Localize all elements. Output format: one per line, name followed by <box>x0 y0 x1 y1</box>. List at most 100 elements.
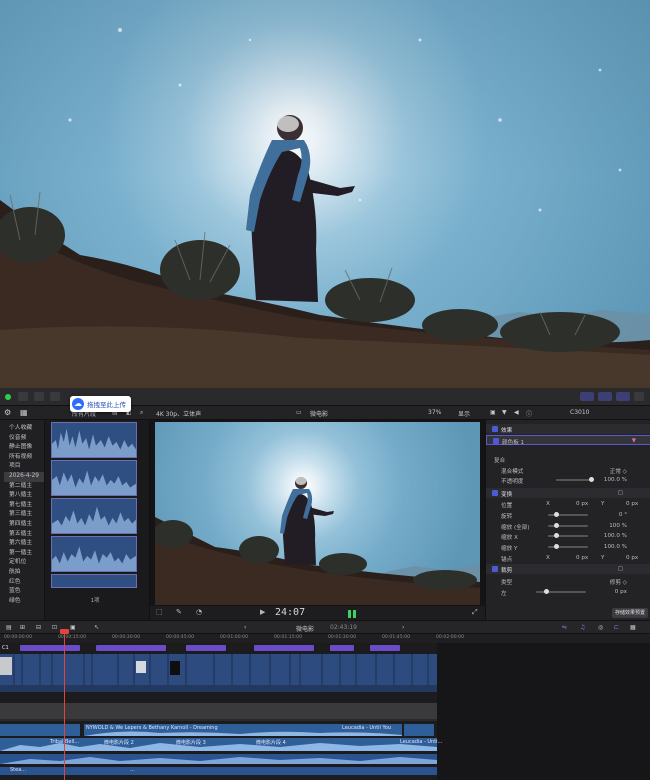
sidebar-item[interactable]: 2026-4-29 <box>4 471 44 482</box>
crop-left-value[interactable]: 0 px <box>615 589 627 595</box>
checkbox-icon[interactable] <box>492 490 498 496</box>
enhance-icon[interactable]: ✎ <box>176 608 182 616</box>
play-icon[interactable]: ▶ <box>260 608 265 616</box>
opacity-value[interactable]: 100.0 % <box>604 477 627 483</box>
sidebar-item[interactable]: 第一循主 <box>4 549 44 559</box>
transform-x-value[interactable]: 0 px <box>576 501 588 507</box>
crop-onscreen-icon[interactable]: ▢ <box>618 566 623 572</box>
fullscreen-icon[interactable]: ⤢ <box>472 608 478 617</box>
sidebar-item[interactable]: 第七循主 <box>4 501 44 511</box>
transform-tool-icon[interactable]: ⬚ <box>156 608 163 616</box>
transform-slider[interactable] <box>548 544 588 550</box>
audio-clip-6[interactable]: ... <box>130 767 135 773</box>
sidebar-item[interactable]: 项目 <box>4 462 44 472</box>
inspector-video-tab-icon[interactable]: ▣ <box>490 409 496 416</box>
sidebar-item[interactable]: 第四循主 <box>4 520 44 530</box>
browser-clip[interactable] <box>51 422 137 458</box>
sidebar-item[interactable]: 第二循主 <box>4 482 44 492</box>
layout-browser-button[interactable] <box>580 392 594 401</box>
opacity-knob[interactable] <box>589 477 594 482</box>
append-clip-icon[interactable]: ⊡ <box>52 624 57 631</box>
crop-section[interactable]: 裁剪 ▢ <box>486 564 650 574</box>
playhead[interactable] <box>64 630 65 780</box>
inspector-filter-tab-icon[interactable]: ▼ <box>502 409 507 416</box>
crop-type-row[interactable]: 类型 修剪 ◇ <box>486 576 650 586</box>
sidebar-item[interactable]: 红色 <box>4 578 44 588</box>
background-tasks-icon[interactable] <box>50 392 60 401</box>
checkbox-icon[interactable] <box>493 438 499 444</box>
music-clip-b[interactable]: Leucadia - Until You <box>342 725 391 731</box>
layout-timeline-button[interactable] <box>598 392 612 401</box>
transform-row[interactable]: 位置 X 0 px Y 0 px <box>486 499 650 509</box>
transform-row[interactable]: 旋转 0 ° <box>486 510 650 520</box>
opacity-row[interactable]: 不透明度 100.0 % <box>486 475 650 485</box>
browser-clip[interactable] <box>51 536 137 572</box>
transform-row-value[interactable]: 100 % <box>609 523 627 529</box>
transform-row[interactable]: 锚点 X 0 px Y 0 px <box>486 553 650 563</box>
crop-left-knob[interactable] <box>544 589 549 594</box>
snapping-icon[interactable]: ⊏ <box>614 624 619 631</box>
transform-row-value[interactable]: 100.0 % <box>604 533 627 539</box>
transform-slider-knob[interactable] <box>554 533 559 539</box>
browser-clip[interactable] <box>51 498 137 534</box>
overwrite-icon[interactable]: ▣ <box>70 624 76 631</box>
transform-y-value[interactable]: 0 px <box>626 501 638 507</box>
transform-row-value[interactable]: 100.0 % <box>604 544 627 550</box>
browser-clip[interactable] <box>51 574 137 588</box>
share-icon[interactable] <box>634 392 644 401</box>
music-clip-c[interactable]: Leucadia - Unti... <box>400 739 442 745</box>
inspector-info-tab-icon[interactable]: ⓘ <box>526 409 532 418</box>
save-effects-preset-button[interactable]: 存储效果预置 <box>611 608 648 618</box>
sidebar-item[interactable]: 定机位 <box>4 558 44 568</box>
transform-slider[interactable] <box>548 522 588 528</box>
browser-clip[interactable] <box>51 460 137 496</box>
blend-mode-row[interactable]: 混合模式 正常 ◇ <box>486 465 650 475</box>
keyword-icon[interactable] <box>34 392 44 401</box>
transform-x-value[interactable]: 0 px <box>576 555 588 561</box>
forward-icon[interactable]: › <box>402 624 404 631</box>
sidebar-item[interactable]: 第八循主 <box>4 491 44 501</box>
audio-clip-5[interactable]: Stea... <box>10 767 26 773</box>
upload-badge[interactable]: ☁ 拖拽至此上传 <box>70 396 131 412</box>
crop-left-row[interactable]: 左 0 px <box>486 587 650 597</box>
transform-row-value[interactable]: 0 ° <box>619 512 627 518</box>
timeline-ruler[interactable]: 00:00:00:00 00:00:15:00 00:00:30:00 00:00:4… <box>0 634 650 643</box>
back-icon[interactable]: ‹ <box>244 624 246 631</box>
transform-row[interactable]: 缩放 X 100.0 % <box>486 531 650 541</box>
checkbox-icon[interactable] <box>492 426 498 432</box>
sidebar-item[interactable]: 蓝色 <box>4 587 44 597</box>
import-icon[interactable] <box>18 392 28 401</box>
transform-slider-knob[interactable] <box>554 544 559 550</box>
sidebar-item[interactable]: 所有视频 <box>4 453 44 463</box>
zoom-level[interactable]: 37% <box>428 409 441 416</box>
speed-icon[interactable]: ◔ <box>196 608 202 616</box>
layout-inspector-button[interactable] <box>616 392 630 401</box>
photos-icon[interactable]: ▦ <box>20 408 28 417</box>
transform-slider[interactable] <box>548 511 588 517</box>
audio-clip-3[interactable]: 微电影片段 3 <box>176 739 206 746</box>
search-icon[interactable]: ⌕ <box>140 409 143 417</box>
sidebar-item[interactable]: 仪音频 <box>4 434 44 444</box>
index-icon[interactable]: ▤ <box>6 624 12 631</box>
crop-type-value[interactable]: 修剪 ◇ <box>610 578 627 586</box>
sidebar-item[interactable]: 静止图像 <box>4 443 44 453</box>
insert-clip-icon[interactable]: ⊟ <box>36 624 41 631</box>
transform-slider-knob[interactable] <box>554 511 559 517</box>
inspector-audio-tab-icon[interactable]: ◀ <box>514 409 519 416</box>
music-clip-a[interactable]: NYWOLD & We Lepers & Bethany Karnoll - D… <box>86 725 218 731</box>
sidebar-item[interactable]: 第五循主 <box>4 530 44 540</box>
transform-onscreen-icon[interactable]: ▢ <box>618 490 623 496</box>
view-menu[interactable]: 显示 <box>458 409 470 418</box>
transform-slider-knob[interactable] <box>554 522 559 528</box>
sidebar-item[interactable]: 绿色 <box>4 597 44 607</box>
effect-color-board[interactable]: 颜色板 1 ▼ <box>486 435 650 446</box>
crop-left-slider[interactable] <box>536 589 586 594</box>
skimming-icon[interactable]: ⇋ <box>562 624 567 631</box>
blend-mode-value[interactable]: 正常 ◇ <box>610 467 627 475</box>
audio-clip-2[interactable]: 微电影片段 2 <box>104 739 134 746</box>
select-tool-icon[interactable]: ↖ <box>94 624 99 631</box>
sidebar-item[interactable]: 第三循主 <box>4 510 44 520</box>
sidebar-item[interactable]: 个人收藏 <box>4 424 44 434</box>
transform-section[interactable]: 变换 ▢ <box>486 488 650 498</box>
library-icon[interactable]: ⚙ <box>4 408 11 417</box>
